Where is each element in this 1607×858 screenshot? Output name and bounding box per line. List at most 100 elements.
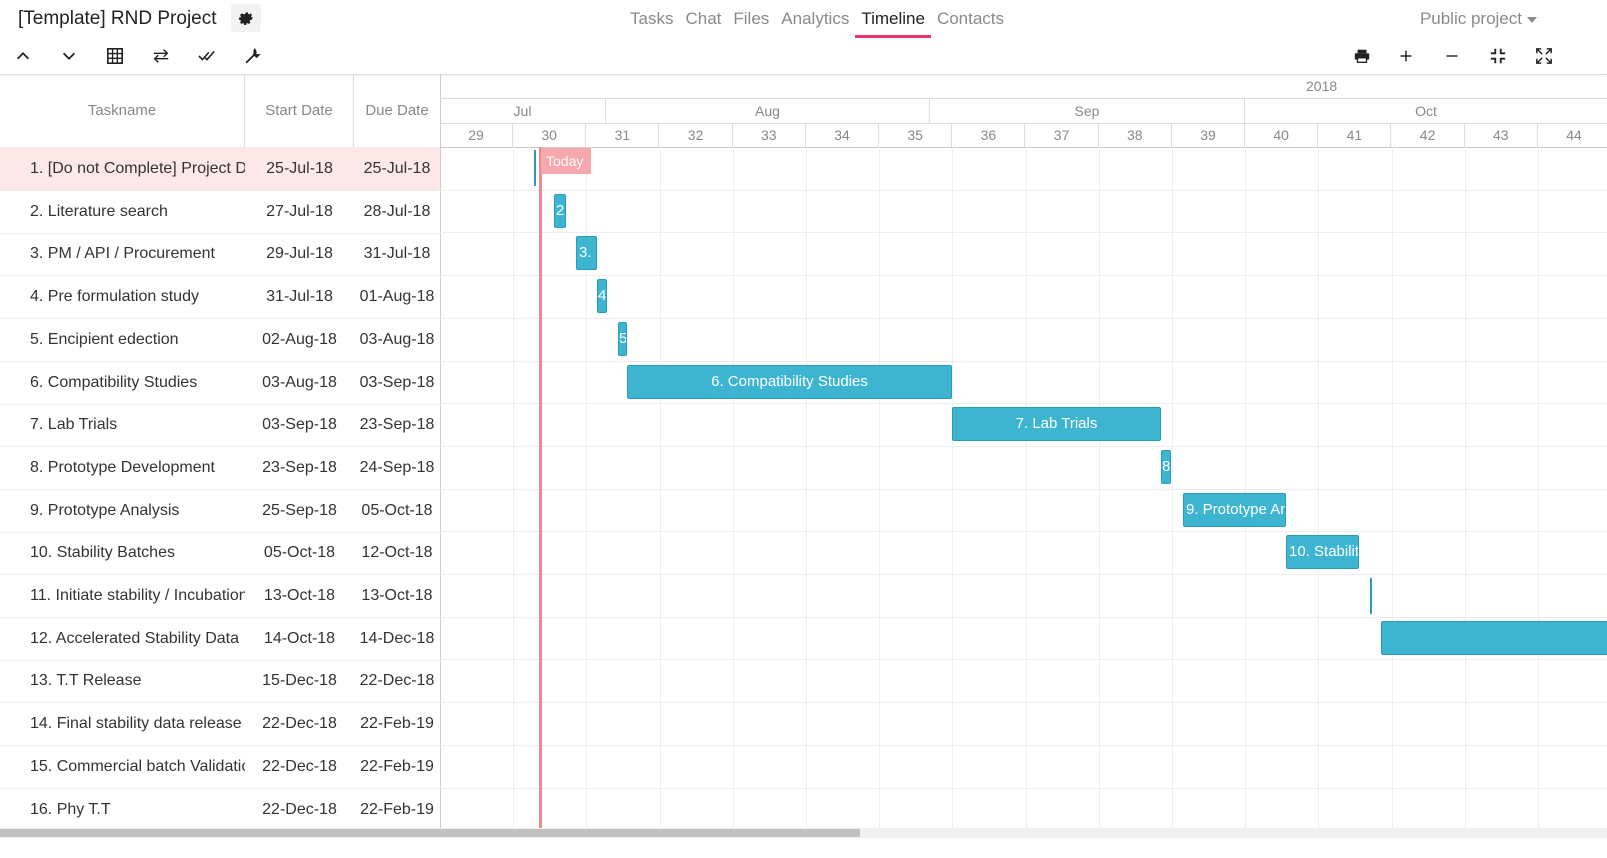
table-row[interactable]: 5. Encipient edection 02-Aug-18 03-Aug-18 (0, 318, 440, 362)
table-row[interactable]: 11. Initiate stability / Incubation 13-Oc… (0, 574, 440, 618)
due-date-cell[interactable]: 25-Jul-18 (354, 147, 440, 190)
task-name-cell[interactable]: 7. Lab Trials (30, 403, 245, 446)
collapse-view-button[interactable] (1483, 38, 1513, 74)
start-date-cell[interactable]: 25-Sep-18 (245, 489, 354, 532)
start-date-cell[interactable]: 05-Oct-18 (245, 531, 354, 574)
task-name-cell[interactable]: 4. Pre formulation study (30, 275, 245, 318)
table-row[interactable]: 14. Final stability data release 22-Dec-1… (0, 702, 440, 747)
table-row[interactable]: 7. Lab Trials 03-Sep-18 23-Sep-18 (0, 403, 440, 448)
start-date-cell[interactable]: 14-Oct-18 (245, 617, 354, 660)
task-bar[interactable]: 8 (1161, 449, 1171, 484)
task-name-cell[interactable]: 3. PM / API / Procurement (30, 232, 245, 275)
task-name-cell[interactable]: 1. [Do not Complete] Project D (30, 147, 245, 190)
due-date-cell[interactable]: 28-Jul-18 (354, 190, 440, 233)
table-row[interactable]: 12. Accelerated Stability Data 14-Oct-18 1… (0, 617, 440, 661)
table-row[interactable]: 13. T.T Release 15-Dec-18 22-Dec-18 (0, 659, 440, 704)
milestone-marker[interactable] (534, 150, 536, 186)
settings-tool-button[interactable] (238, 38, 268, 74)
tab-timeline[interactable]: Timeline (855, 9, 931, 38)
table-row[interactable]: 6. Compatibility Studies 03-Aug-18 03-Sep-… (0, 361, 440, 405)
project-settings-button[interactable] (231, 4, 261, 32)
due-date-cell[interactable]: 01-Aug-18 (354, 275, 440, 318)
column-header-taskname[interactable]: Taskname (0, 74, 245, 147)
due-date-cell[interactable]: 24-Sep-18 (354, 446, 440, 489)
due-date-cell[interactable]: 22-Dec-18 (354, 659, 440, 702)
column-header-start-date[interactable]: Start Date (245, 74, 354, 147)
due-date-cell[interactable]: 03-Aug-18 (354, 318, 440, 361)
tab-chat[interactable]: Chat (679, 9, 727, 37)
task-bar[interactable]: 10. Stability (1286, 535, 1359, 570)
start-date-cell[interactable]: 31-Jul-18 (245, 275, 354, 318)
task-name-cell[interactable]: 11. Initiate stability / Incubation (30, 574, 245, 617)
task-name-cell[interactable]: 6. Compatibility Studies (30, 361, 245, 404)
tab-contacts[interactable]: Contacts (931, 9, 1010, 37)
start-date-cell[interactable]: 25-Jul-18 (245, 147, 354, 190)
mark-complete-button[interactable] (192, 38, 222, 74)
task-bar[interactable]: 4 (597, 279, 607, 314)
start-date-cell[interactable]: 27-Jul-18 (245, 190, 354, 233)
print-button[interactable] (1347, 38, 1377, 74)
table-row[interactable]: 4. Pre formulation study 31-Jul-18 01-Aug-… (0, 275, 440, 320)
task-bar[interactable] (1381, 620, 1607, 655)
task-name-cell[interactable]: 10. Stability Batches (30, 531, 245, 574)
horizontal-scrollbar[interactable] (0, 828, 1607, 838)
due-date-cell[interactable]: 23-Sep-18 (354, 403, 440, 446)
zoom-out-button[interactable] (1437, 38, 1467, 74)
table-row[interactable]: 3. PM / API / Procurement 29-Jul-18 31-Jul… (0, 232, 440, 277)
task-name-cell[interactable]: 13. T.T Release (30, 659, 245, 702)
table-row[interactable]: 16. Phy T.T 22-Dec-18 22-Feb-19 (0, 788, 440, 829)
due-date-cell[interactable]: 22-Feb-19 (354, 745, 440, 788)
fullscreen-button[interactable] (1529, 38, 1559, 74)
start-date-cell[interactable]: 03-Sep-18 (245, 403, 354, 446)
task-name-cell[interactable]: 5. Encipient edection (30, 318, 245, 361)
table-row[interactable]: 2. Literature search 27-Jul-18 28-Jul-18 (0, 190, 440, 234)
due-date-cell[interactable]: 05-Oct-18 (354, 489, 440, 532)
task-bar[interactable]: 3. I (576, 236, 597, 271)
swap-button[interactable] (146, 38, 176, 74)
task-bar[interactable]: 6. Compatibility Studies (627, 364, 952, 399)
column-header-due-date[interactable]: Due Date (354, 74, 440, 147)
start-date-cell[interactable]: 22-Dec-18 (245, 745, 354, 788)
task-name-cell[interactable]: 8. Prototype Development (30, 446, 245, 489)
start-date-cell[interactable]: 02-Aug-18 (245, 318, 354, 361)
task-name-cell[interactable]: 2. Literature search (30, 190, 245, 233)
start-date-cell[interactable]: 29-Jul-18 (245, 232, 354, 275)
task-name-cell[interactable]: 14. Final stability data release (30, 702, 245, 745)
task-name-cell[interactable]: 15. Commercial batch Validatic (30, 745, 245, 788)
collapse-all-button[interactable] (8, 38, 38, 74)
task-bar[interactable]: 2 (554, 193, 566, 228)
due-date-cell[interactable]: 22-Feb-19 (354, 788, 440, 829)
start-date-cell[interactable]: 13-Oct-18 (245, 574, 354, 617)
start-date-cell[interactable]: 23-Sep-18 (245, 446, 354, 489)
table-row[interactable]: 1. [Do not Complete] Project D 25-Jul-18 2… (0, 147, 440, 191)
due-date-cell[interactable]: 31-Jul-18 (354, 232, 440, 275)
task-bar[interactable]: 7. Lab Trials (952, 407, 1161, 442)
grid-toggle-button[interactable] (100, 38, 130, 74)
visibility-dropdown[interactable]: Public project (1420, 9, 1537, 29)
task-name-cell[interactable]: 16. Phy T.T (30, 788, 245, 829)
table-row[interactable]: 8. Prototype Development 23-Sep-18 24-Sep-… (0, 446, 440, 490)
table-row[interactable]: 15. Commercial batch Validatic 22-Dec-18 2… (0, 745, 440, 789)
task-name-cell[interactable]: 12. Accelerated Stability Data (30, 617, 245, 660)
table-row[interactable]: 10. Stability Batches 05-Oct-18 12-Oct-18 (0, 531, 440, 576)
task-name-cell[interactable]: 9. Prototype Analysis (30, 489, 245, 532)
due-date-cell[interactable]: 12-Oct-18 (354, 531, 440, 574)
due-date-cell[interactable]: 13-Oct-18 (354, 574, 440, 617)
start-date-cell[interactable]: 15-Dec-18 (245, 659, 354, 702)
start-date-cell[interactable]: 03-Aug-18 (245, 361, 354, 404)
tab-analytics[interactable]: Analytics (775, 9, 855, 37)
scrollbar-thumb[interactable] (0, 829, 860, 837)
tab-tasks[interactable]: Tasks (624, 9, 679, 37)
start-date-cell[interactable]: 22-Dec-18 (245, 788, 354, 829)
due-date-cell[interactable]: 03-Sep-18 (354, 361, 440, 404)
start-date-cell[interactable]: 22-Dec-18 (245, 702, 354, 745)
milestone-marker[interactable] (1370, 578, 1372, 614)
expand-all-button[interactable] (54, 38, 84, 74)
task-bar[interactable]: 9. Prototype An (1183, 492, 1286, 527)
table-row[interactable]: 9. Prototype Analysis 25-Sep-18 05-Oct-18 (0, 489, 440, 533)
due-date-cell[interactable]: 14-Dec-18 (354, 617, 440, 660)
zoom-in-button[interactable] (1391, 38, 1421, 74)
tab-files[interactable]: Files (727, 9, 775, 37)
due-date-cell[interactable]: 22-Feb-19 (354, 702, 440, 745)
task-bar[interactable]: 5 (618, 321, 627, 356)
